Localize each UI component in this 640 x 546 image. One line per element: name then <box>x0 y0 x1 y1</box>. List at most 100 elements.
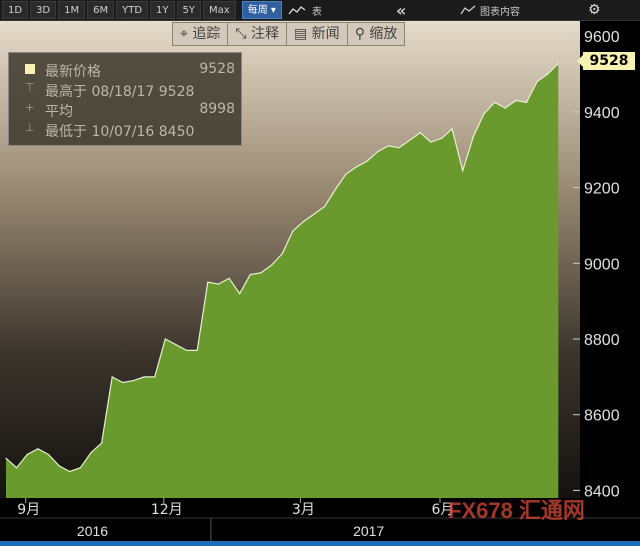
year-label: 2016 <box>77 523 108 539</box>
data-point <box>483 113 485 115</box>
zoom-action-button[interactable]: ⚲ 缩放 <box>348 23 405 45</box>
y-tick-label: 9000 <box>584 256 620 273</box>
double-chevron-left-icon: « <box>396 0 407 20</box>
data-point <box>260 272 262 274</box>
data-point <box>132 380 135 382</box>
range-button-1m[interactable]: 1M <box>58 1 86 19</box>
x-tick-label: 12月 <box>151 502 183 518</box>
last-price-swatch <box>25 64 35 74</box>
legend-label: 最低于 10/07/16 8450 <box>45 124 195 140</box>
data-point <box>409 139 411 141</box>
data-point <box>292 230 294 232</box>
x-tick-label: 9月 <box>17 502 40 518</box>
table-view-button[interactable]: 表 <box>312 3 322 18</box>
data-point <box>398 147 400 149</box>
data-point <box>377 151 379 153</box>
average-marker-icon: + <box>25 101 35 114</box>
data-point <box>419 132 421 134</box>
data-point <box>281 253 283 255</box>
data-point <box>440 137 443 139</box>
y-tick-label: 8400 <box>584 483 620 500</box>
bloomberg-chart-window: 1D 3D 1M 6M YTD 1Y 5Y Max 每周 ▾ 表 « 图表内容 ⚙ <box>0 0 640 546</box>
data-point <box>472 135 474 138</box>
toolbar: 1D 3D 1M 6M YTD 1Y 5Y Max 每周 ▾ 表 « 图表内容 ⚙ <box>0 0 640 21</box>
data-point <box>5 457 7 459</box>
range-button-1y[interactable]: 1Y <box>150 1 175 19</box>
data-point <box>186 349 188 351</box>
data-point <box>90 452 92 454</box>
data-point <box>345 173 347 175</box>
low-marker-icon: ⊥ <box>25 121 35 134</box>
collapse-button[interactable]: « <box>396 0 406 20</box>
data-point <box>101 442 103 444</box>
data-point <box>196 349 198 351</box>
legend-row-low: ⊥ 最低于 10/07/16 8450 <box>9 121 243 140</box>
data-point <box>79 467 81 469</box>
data-point <box>324 205 326 208</box>
data-point <box>557 62 559 64</box>
settings-button[interactable]: ⚙ <box>588 0 601 20</box>
data-point <box>69 470 71 473</box>
data-point <box>462 169 464 172</box>
data-point <box>366 160 368 162</box>
data-point <box>270 264 273 266</box>
legend-label: 最新价格 <box>45 64 101 80</box>
crosshair-action-button[interactable]: ⌖ 追踪 <box>173 23 229 45</box>
chart-action-bar: ⌖ 追踪 ⤡ 注释 ▤ 新闻 ⚲ 缩放 <box>172 22 406 46</box>
annotate-action-button[interactable]: ⤡ 注释 <box>228 23 287 45</box>
data-point <box>47 453 50 456</box>
data-point <box>16 467 18 469</box>
range-button-ytd[interactable]: YTD <box>116 1 149 19</box>
legend-box[interactable]: 最新价格 9528 ⊤ 最高于 08/18/17 9528 + 平均 8998 … <box>8 52 242 146</box>
bottom-bar <box>0 541 640 546</box>
range-buttons: 1D 3D 1M 6M YTD 1Y 5Y Max <box>0 1 236 19</box>
data-point <box>154 376 156 378</box>
data-point <box>334 188 336 191</box>
news-action-button[interactable]: ▤ 新闻 <box>287 23 348 45</box>
range-button-5y[interactable]: 5Y <box>176 1 202 19</box>
data-point <box>430 141 432 143</box>
data-point <box>525 101 528 103</box>
range-button-max[interactable]: Max <box>203 1 236 19</box>
y-tick-label: 8800 <box>584 332 620 349</box>
legend-value: 9528 <box>199 61 235 77</box>
data-point <box>355 166 358 168</box>
legend-row-high: ⊤ 最高于 08/18/17 9528 <box>9 81 243 100</box>
data-point <box>239 293 241 295</box>
legend-value: 8998 <box>199 101 235 117</box>
range-button-3d[interactable]: 3D <box>30 1 57 19</box>
data-point <box>504 107 506 109</box>
x-tick-label: 3月 <box>292 502 315 518</box>
data-point <box>494 101 496 103</box>
data-point <box>164 338 166 340</box>
data-point <box>143 376 145 378</box>
data-point <box>26 453 28 456</box>
chart-content-button[interactable]: 图表内容 <box>460 0 520 20</box>
data-point <box>313 213 315 215</box>
data-point <box>111 376 113 378</box>
line-chart-icon[interactable] <box>286 1 308 19</box>
data-point <box>175 344 177 346</box>
data-point <box>207 281 209 283</box>
y-tick-label: 9400 <box>584 105 620 122</box>
legend-row-average: + 平均 8998 <box>9 101 243 120</box>
data-point <box>302 221 304 223</box>
period-select[interactable]: 每周 ▾ <box>241 1 282 19</box>
legend-row-last-price: 最新价格 9528 <box>9 61 243 80</box>
legend-label: 最高于 08/18/17 9528 <box>45 84 195 100</box>
data-point <box>387 145 389 147</box>
range-button-1d[interactable]: 1D <box>2 1 29 19</box>
data-point <box>228 277 230 279</box>
last-price-tag: 9528 <box>577 52 635 70</box>
chart-content-label: 图表内容 <box>480 6 520 18</box>
data-point <box>58 465 60 467</box>
chart-content-icon <box>460 5 476 15</box>
y-tick-label: 8600 <box>584 408 620 425</box>
watermark: FX678 汇通网 <box>448 498 585 523</box>
legend-label: 平均 <box>45 104 73 120</box>
range-button-6m[interactable]: 6M <box>87 1 115 19</box>
data-point <box>536 81 538 83</box>
y-tick-label: 9200 <box>584 181 620 198</box>
data-point <box>122 381 124 384</box>
data-point <box>547 73 549 75</box>
